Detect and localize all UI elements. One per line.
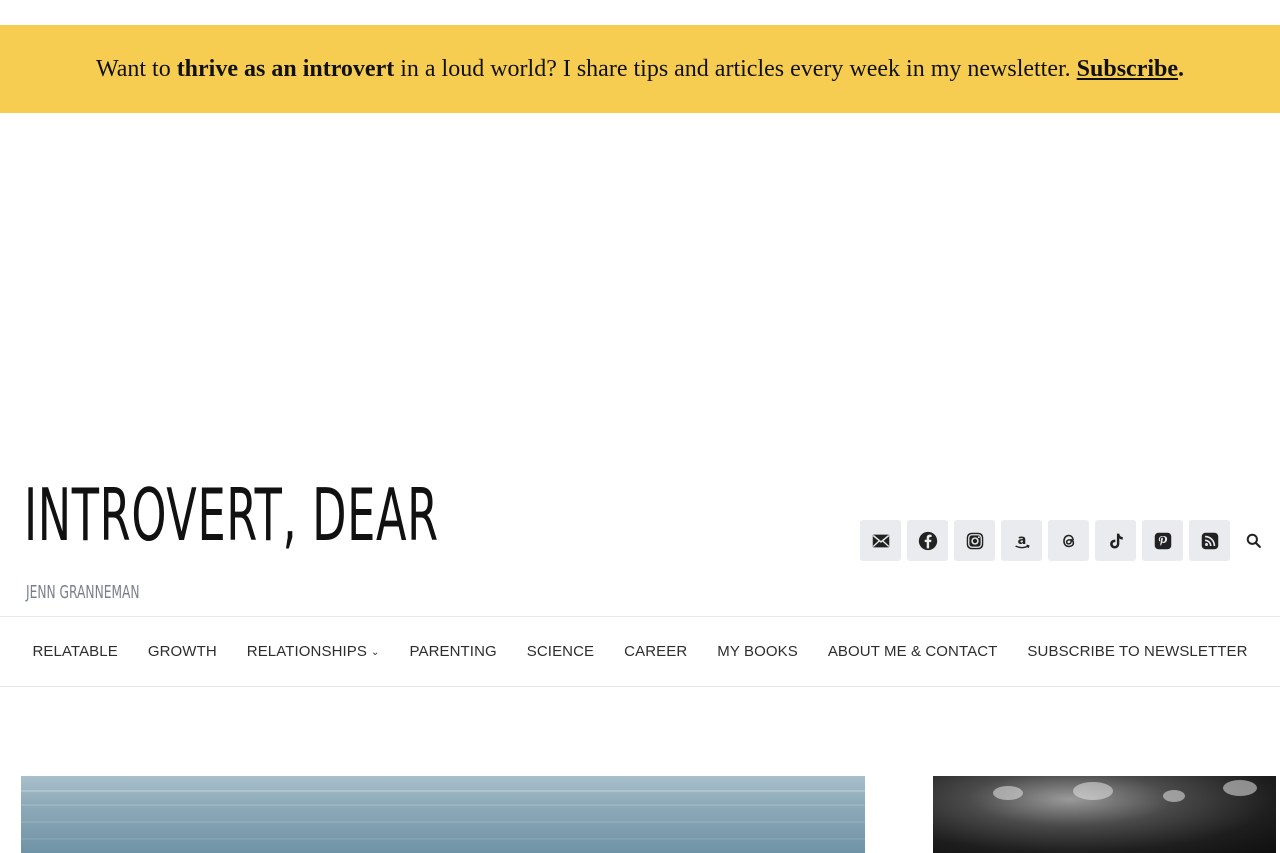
facebook-icon[interactable] bbox=[907, 520, 948, 561]
nav-item-label: SCIENCE bbox=[526, 643, 595, 660]
chevron-down-icon: ⌄ bbox=[370, 647, 380, 658]
nav-item-relationships[interactable]: RELATIONSHIPS ⌄ bbox=[232, 643, 395, 660]
nav-item-relatable[interactable]: RELATABLE bbox=[17, 643, 132, 660]
nav-item-label: ABOUT ME & CONTACT bbox=[827, 643, 998, 660]
nav-item-subscribe[interactable]: SUBSCRIBE TO NEWSLETTER bbox=[1012, 643, 1262, 660]
nav-item-growth[interactable]: GROWTH bbox=[133, 643, 232, 660]
nav-item-parenting[interactable]: PARENTING bbox=[394, 643, 511, 660]
search-icon[interactable] bbox=[1240, 527, 1268, 555]
rss-icon[interactable] bbox=[1189, 520, 1230, 561]
nav-item-label: CAREER bbox=[624, 643, 688, 660]
tiktok-icon[interactable] bbox=[1095, 520, 1136, 561]
nav-item-career[interactable]: CAREER bbox=[609, 643, 702, 660]
nav-item-label: RELATABLE bbox=[32, 643, 118, 660]
nav-item-label: MY BOOKS bbox=[717, 643, 798, 660]
main-navigation: RELATABLE GROWTH RELATIONSHIPS ⌄ PARENTIN… bbox=[0, 616, 1280, 687]
mail-icon[interactable] bbox=[860, 520, 901, 561]
ad-space bbox=[0, 113, 1280, 463]
nav-item-my-books[interactable]: MY BOOKS bbox=[702, 643, 813, 660]
site-logo[interactable]: INTROVERT, DEAR bbox=[24, 470, 439, 560]
pinterest-icon[interactable] bbox=[1142, 520, 1183, 561]
newsletter-banner: Want to thrive as an introvert in a loud… bbox=[0, 25, 1280, 113]
banner-period: . bbox=[1178, 55, 1185, 82]
banner-text-end: in a loud world? I share tips and articl… bbox=[394, 55, 1077, 82]
instagram-icon[interactable] bbox=[954, 520, 995, 561]
social-links: a bbox=[860, 520, 1230, 561]
sidebar-author-image[interactable] bbox=[933, 776, 1276, 853]
threads-icon[interactable] bbox=[1048, 520, 1089, 561]
nav-item-label: SUBSCRIBE TO NEWSLETTER bbox=[1027, 643, 1248, 660]
nav-item-about-contact[interactable]: ABOUT ME & CONTACT bbox=[813, 643, 1013, 660]
site-tagline: JENN GRANNEMAN bbox=[26, 582, 140, 603]
nav-item-label: PARENTING bbox=[409, 643, 497, 660]
nav-item-label: GROWTH bbox=[147, 643, 217, 660]
nav-item-label: RELATIONSHIPS bbox=[246, 643, 367, 660]
subscribe-link[interactable]: Subscribe bbox=[1077, 56, 1178, 83]
svg-text:a: a bbox=[1017, 532, 1026, 547]
featured-article-image[interactable] bbox=[21, 776, 865, 853]
amazon-icon[interactable]: a bbox=[1001, 520, 1042, 561]
nav-item-science[interactable]: SCIENCE bbox=[512, 643, 609, 660]
banner-text-start: Want to bbox=[95, 55, 177, 82]
banner-text-bold: thrive as an introvert bbox=[176, 55, 395, 82]
